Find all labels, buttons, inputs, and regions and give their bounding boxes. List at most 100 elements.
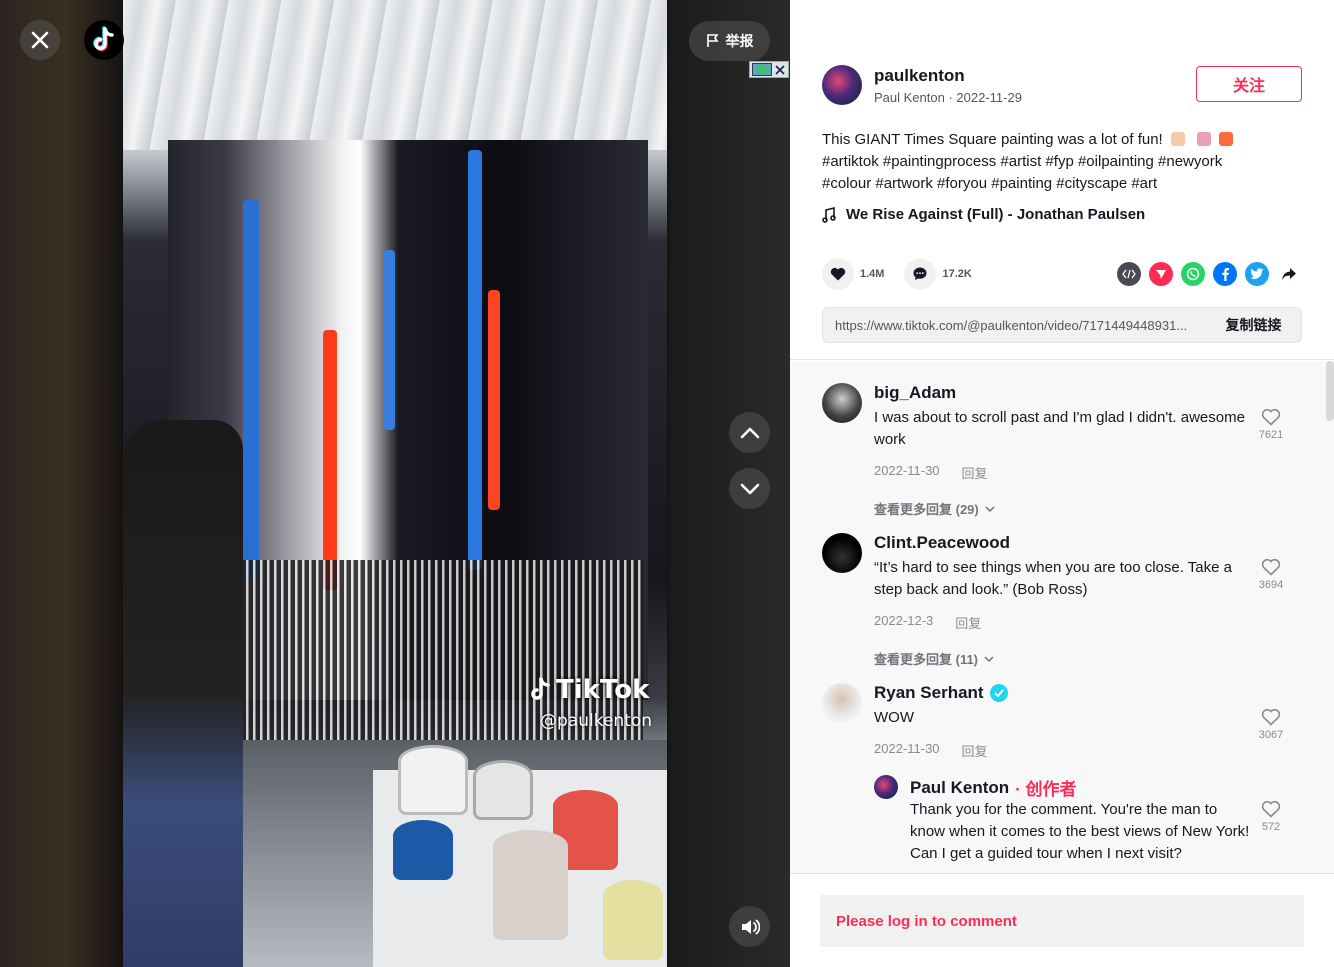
author-avatar[interactable] — [822, 65, 862, 105]
post-date: 2022-11-29 — [956, 90, 1022, 105]
music-title: We Rise Against (Full) - Jonathan Paulse… — [846, 206, 1146, 223]
author-username[interactable]: paulkenton — [874, 66, 965, 86]
hashtags-line-2[interactable]: #colour #artwork #foryou #painting #city… — [822, 175, 1157, 192]
share-buttons — [1117, 262, 1301, 286]
comment-list[interactable]: big_Adam I was about to scroll past and … — [790, 361, 1334, 873]
comment-item: Ryan Serhant WOW 2022-11-30 回复 3067 — [822, 683, 1302, 773]
engagement-actions: 1.4M 17.2K — [822, 258, 992, 290]
next-video-button[interactable] — [729, 468, 770, 509]
embed-button[interactable] — [1117, 262, 1141, 286]
paint-can — [393, 820, 453, 880]
video-watermark: TikTok @paulkenton — [528, 675, 652, 731]
reply-like[interactable]: 572 — [1252, 800, 1290, 833]
watermark-brand: TikTok — [556, 675, 650, 705]
more-share-button[interactable] — [1277, 262, 1301, 286]
comment-item: big_Adam I was about to scroll past and … — [822, 383, 1302, 533]
paint-stripe — [323, 330, 337, 590]
close-button[interactable] — [20, 20, 60, 60]
tiktok-logo-icon — [93, 26, 114, 52]
comment-scrollbar[interactable] — [1326, 361, 1334, 421]
commenter-name[interactable]: Ryan Serhant — [874, 683, 984, 703]
twitter-share-button[interactable] — [1245, 262, 1269, 286]
ad-choices-badge[interactable] — [749, 61, 789, 78]
palette-emoji-icon — [1197, 132, 1212, 146]
reply-like-count: 572 — [1261, 821, 1281, 833]
reply-button[interactable]: 回复 — [962, 463, 988, 482]
commenter-name[interactable]: big_Adam — [874, 383, 956, 403]
whatsapp-icon — [1186, 267, 1200, 281]
view-more-replies[interactable]: 查看更多回复 (11) — [874, 649, 994, 668]
video-link-box: https://www.tiktok.com/@paulkenton/video… — [822, 307, 1302, 343]
report-button[interactable]: 举报 — [689, 21, 770, 61]
hashtags-line-1[interactable]: #artiktok #paintingprocess #artist #fyp … — [822, 153, 1222, 170]
flag-icon — [706, 34, 718, 47]
embed-icon — [1122, 269, 1136, 279]
close-icon — [775, 64, 785, 75]
video-player[interactable]: TikTok @paulkenton — [123, 0, 667, 967]
tiktok-logo[interactable] — [84, 20, 124, 60]
tiktok-video-viewer: TikTok @paulkenton 举报 paulkenton Paul Ke… — [0, 0, 1334, 967]
reply-button[interactable]: 回复 — [962, 741, 988, 760]
comment-date: 2022-12-3 — [874, 613, 934, 628]
view-more-replies-label: 查看更多回复 (11) — [874, 652, 979, 667]
comment-like[interactable]: 3694 — [1252, 558, 1290, 591]
facebook-icon — [1222, 268, 1229, 281]
commenter-avatar[interactable] — [822, 383, 862, 423]
tiktok-note-icon — [531, 677, 550, 700]
comment-meta: 2022-12-3 回复 — [874, 613, 981, 632]
volume-button[interactable] — [729, 906, 770, 947]
paint-can — [493, 830, 568, 940]
caption-text: This GIANT Times Square painting was a l… — [822, 131, 1163, 148]
comment-like[interactable]: 3067 — [1252, 708, 1290, 741]
commenter-name[interactable]: Clint.Peacewood — [874, 533, 1010, 553]
comment-like-count: 7621 — [1258, 429, 1284, 441]
reply-text: Thank you for the comment. You're the ma… — [910, 801, 1250, 862]
view-more-replies-label: 查看更多回复 (29) — [874, 502, 979, 517]
previous-video-button[interactable] — [729, 412, 770, 453]
video-area: TikTok @paulkenton 举报 — [0, 0, 790, 967]
replier-name-row: Paul Kenton · 创作者 — [910, 775, 1077, 800]
heart-outline-icon — [1261, 708, 1281, 726]
video-link-text[interactable]: https://www.tiktok.com/@paulkenton/video… — [823, 318, 1206, 333]
whatsapp-share-button[interactable] — [1181, 262, 1205, 286]
login-to-comment-button[interactable]: Please log in to comment — [820, 895, 1304, 947]
comment-meta: 2022-11-30 回复 — [874, 463, 988, 482]
chevron-up-icon — [740, 427, 759, 438]
facebook-share-button[interactable] — [1213, 262, 1237, 286]
comment-text: “It’s hard to see things when you are to… — [874, 559, 1232, 598]
report-label: 举报 — [725, 33, 754, 49]
comment-count: 17.2K — [942, 268, 972, 280]
creator-tag: · 创作者 — [1015, 780, 1077, 799]
commenter-avatar[interactable] — [822, 533, 862, 573]
send-icon — [1156, 270, 1166, 279]
comment-button[interactable] — [904, 258, 937, 290]
replier-avatar[interactable] — [874, 775, 898, 799]
author-subtitle: Paul Kenton · 2022-11-29 — [874, 90, 1022, 105]
paint-stripe — [488, 290, 500, 510]
share-arrow-icon — [1282, 268, 1296, 280]
chevron-down-icon — [984, 655, 994, 662]
reply-item: Paul Kenton · 创作者 Thank you for the comm… — [874, 775, 1302, 873]
sparkle-emoji-icon — [1219, 132, 1234, 146]
copy-link-button[interactable]: 复制链接 — [1206, 315, 1301, 335]
author-display-name: Paul Kenton — [874, 90, 945, 105]
paint-can — [398, 745, 468, 815]
paint-stripe — [383, 250, 395, 430]
send-to-friends-button[interactable] — [1149, 262, 1173, 286]
comment-like-count: 3694 — [1258, 579, 1284, 591]
view-more-replies[interactable]: 查看更多回复 (29) — [874, 499, 995, 518]
twitter-icon — [1250, 268, 1264, 279]
video-info-section: paulkenton Paul Kenton · 2022-11-29 关注 T… — [790, 0, 1334, 360]
detail-panel: paulkenton Paul Kenton · 2022-11-29 关注 T… — [790, 0, 1334, 967]
paint-stripe — [243, 200, 259, 580]
chevron-down-icon — [740, 483, 759, 494]
commenter-avatar[interactable] — [822, 683, 862, 723]
play-icon — [752, 63, 772, 76]
comment-like[interactable]: 7621 — [1252, 408, 1290, 441]
reply-button[interactable]: 回复 — [955, 613, 981, 632]
comment-like-count: 3067 — [1258, 729, 1284, 741]
follow-button[interactable]: 关注 — [1196, 66, 1302, 102]
replier-name[interactable]: Paul Kenton — [910, 778, 1009, 798]
like-button[interactable] — [822, 258, 854, 290]
music-link[interactable]: We Rise Against (Full) - Jonathan Paulse… — [822, 206, 1145, 223]
